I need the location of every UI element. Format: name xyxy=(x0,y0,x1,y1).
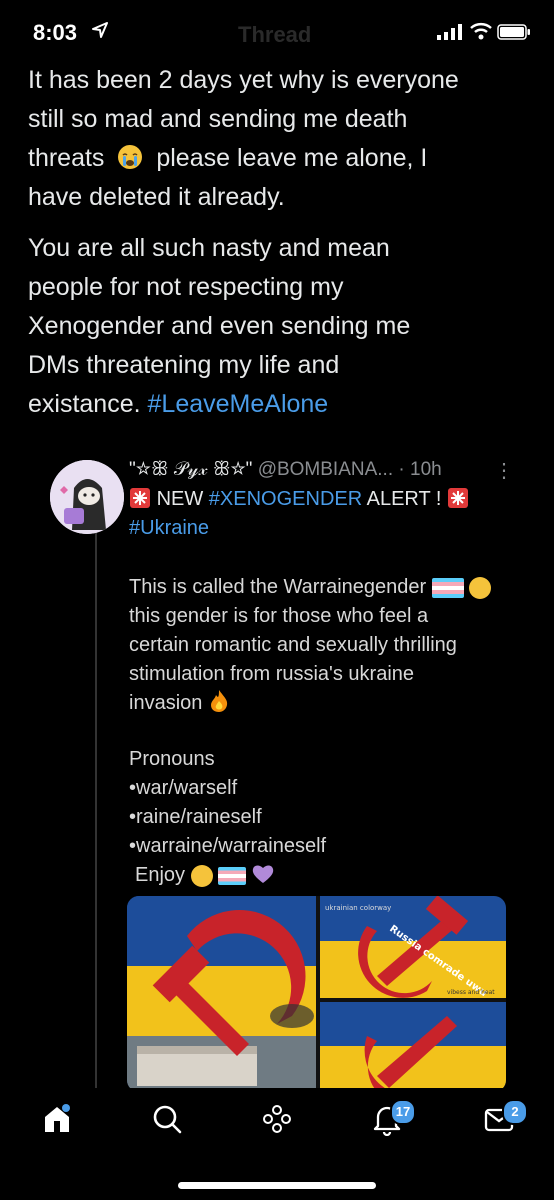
pronoun-item: •war/warself xyxy=(129,777,238,799)
text-line: You are all such nasty and mean xyxy=(28,234,390,262)
thread-title: Thread xyxy=(238,22,312,47)
image-tile-bottom-right xyxy=(320,1002,506,1092)
text-line: This is called the Warrainegender xyxy=(129,576,427,598)
fire-emoji-icon xyxy=(210,690,228,712)
spaces-icon xyxy=(263,1105,291,1133)
enjoy-text: Enjoy xyxy=(135,864,186,886)
transgender-flag-icon xyxy=(218,866,247,885)
hashtag-link[interactable]: #Ukraine xyxy=(129,517,209,540)
image-caption: ukrainian colorway xyxy=(325,904,391,912)
cellular-signal-icon xyxy=(437,24,462,40)
status-bar: 8:03 Thread xyxy=(0,0,554,64)
text-line: have deleted it already. xyxy=(28,183,285,211)
tab-notifications[interactable]: 17 xyxy=(370,1099,416,1141)
text-line: stimulation from russia's ukraine xyxy=(129,663,415,685)
avatar-image xyxy=(50,460,124,534)
display-name[interactable]: "☆ꕥ 𝒫𝓎𝓍 ꕥ☆" xyxy=(129,459,252,480)
purple-heart-icon xyxy=(252,865,273,883)
pronoun-item: •warraine/warraineself xyxy=(129,835,327,857)
location-arrow-icon xyxy=(92,22,108,38)
image-caption: vibess and heat xyxy=(447,989,495,996)
status-time: 8:03 xyxy=(33,20,78,45)
home-indicator xyxy=(178,1182,376,1189)
text-line: please leave me alone, I xyxy=(156,144,428,172)
smiling-blush-emoji-icon xyxy=(190,864,213,887)
attached-images[interactable]: ukrainian colorway Russia comrade uwu vi… xyxy=(127,896,506,1092)
text-line: invasion xyxy=(129,692,203,714)
image-tile-left xyxy=(127,896,316,1092)
tab-search[interactable] xyxy=(150,1102,184,1141)
siren-emoji-icon xyxy=(130,488,150,508)
tweet-paragraph-2: You are all such nasty and mean people f… xyxy=(28,229,528,424)
home-icon xyxy=(45,1104,70,1132)
pronouns-title: Pronouns xyxy=(129,748,215,770)
tab-home[interactable] xyxy=(40,1102,74,1141)
text-line: still so mad and sending me death xyxy=(28,105,408,133)
text-line: Xenogender and even sending me xyxy=(28,312,411,340)
alert-new-text: NEW xyxy=(156,488,204,510)
tab-spaces[interactable] xyxy=(260,1102,294,1141)
text-line: DMs threatening my life and xyxy=(28,351,340,379)
siren-emoji-icon xyxy=(448,488,469,508)
avatar[interactable] xyxy=(50,460,124,534)
text-line: threats xyxy=(28,144,105,172)
alert-line: NEW #XENOGENDER ALERT ! xyxy=(129,487,469,511)
text-line: people for not respecting my xyxy=(28,273,344,301)
crying-face-emoji-icon xyxy=(118,145,143,169)
post-time: · 10h xyxy=(398,459,442,480)
pronouns-section: Pronouns •war/warself •raine/raineself •… xyxy=(129,745,326,890)
more-options-icon[interactable]: ⋮ xyxy=(494,458,514,483)
pronoun-item: •raine/raineself xyxy=(129,806,262,828)
notifications-badge: 17 xyxy=(390,1099,416,1125)
messages-badge: 2 xyxy=(502,1099,528,1125)
username-handle[interactable]: @BOMBIANA... xyxy=(258,459,393,480)
search-icon xyxy=(153,1105,182,1134)
smiling-blush-emoji-icon xyxy=(469,576,492,599)
alert-text: ALERT ! xyxy=(366,488,442,510)
transgender-flag-icon xyxy=(431,577,464,598)
hashtag-link[interactable]: #LeaveMeAlone xyxy=(148,390,329,418)
wifi-icon xyxy=(470,23,492,40)
tab-messages[interactable]: 2 xyxy=(482,1099,528,1141)
text-line: certain romantic and sexually thrilling xyxy=(129,634,457,656)
thread-connector-line xyxy=(95,520,97,1090)
text-line: this gender is for those who feel a xyxy=(129,605,429,627)
image-tile-top-right: ukrainian colorway Russia comrade uwu vi… xyxy=(320,896,506,999)
meme-images: ukrainian colorway Russia comrade uwu vi… xyxy=(127,896,506,1092)
quoted-body: This is called the Warrainegender this g… xyxy=(129,573,492,718)
battery-icon xyxy=(497,24,530,40)
text-line: existance. xyxy=(28,390,141,418)
quoted-header: "☆ꕥ 𝒫𝓎𝓍 ꕥ☆" @BOMBIANA... · 10h xyxy=(129,459,442,481)
text-line: It has been 2 days yet why is everyone xyxy=(28,66,459,94)
hashtag-link[interactable]: #XENOGENDER xyxy=(209,488,362,510)
tweet-paragraph-1: It has been 2 days yet why is everyone s… xyxy=(28,61,528,217)
